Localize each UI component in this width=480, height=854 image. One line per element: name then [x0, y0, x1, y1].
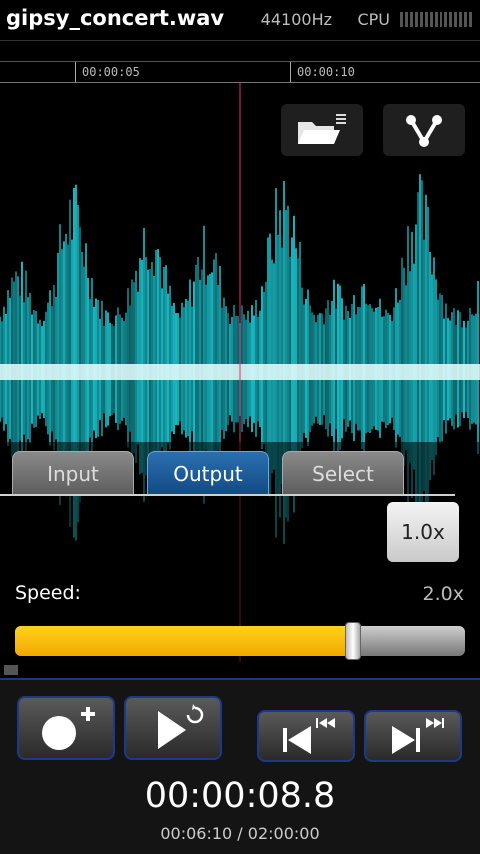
folder-menu-icon — [298, 114, 346, 144]
tab-output[interactable]: Output — [147, 451, 269, 495]
skip-forward-icon — [392, 718, 444, 754]
sample-rate: 44100Hz — [260, 10, 332, 29]
cpu-label: CPU — [357, 10, 390, 29]
position-total-display: 00:06:10 / 02:00:00 — [160, 824, 320, 843]
speed-reset-button[interactable]: 1.0x — [387, 502, 459, 562]
file-name: gipsy_concert.wav — [6, 6, 225, 30]
tab-select[interactable]: Select — [282, 451, 404, 495]
tab-baseline — [0, 494, 455, 496]
share-icon — [406, 115, 442, 147]
header-divider — [0, 40, 480, 41]
waveform-display[interactable] — [0, 82, 480, 662]
timeline-tick: 00:00:10 — [290, 62, 355, 82]
forward-button[interactable] — [364, 710, 462, 762]
tab-input[interactable]: Input — [12, 451, 134, 495]
record-plus-icon — [42, 707, 95, 750]
speed-slider[interactable] — [15, 622, 465, 660]
cpu-meter — [400, 12, 473, 27]
play-loop-icon — [158, 704, 204, 749]
play-button[interactable] — [124, 696, 222, 760]
open-file-button[interactable] — [281, 104, 363, 156]
share-button[interactable] — [383, 104, 465, 156]
record-button[interactable] — [17, 696, 115, 760]
speed-label: Speed: — [15, 582, 81, 604]
speed-max-label: 2.0x — [422, 583, 464, 605]
scroll-indicator — [4, 665, 18, 675]
speed-slider-fill — [15, 626, 353, 656]
skip-back-icon — [283, 718, 335, 754]
rewind-button[interactable] — [257, 710, 355, 762]
current-time-display: 00:00:08.8 — [144, 776, 336, 816]
timeline-ruler[interactable]: 00:00:05 00:00:10 — [0, 61, 480, 83]
speed-slider-thumb[interactable] — [344, 622, 361, 660]
timeline-tick: 00:00:05 — [75, 62, 140, 82]
